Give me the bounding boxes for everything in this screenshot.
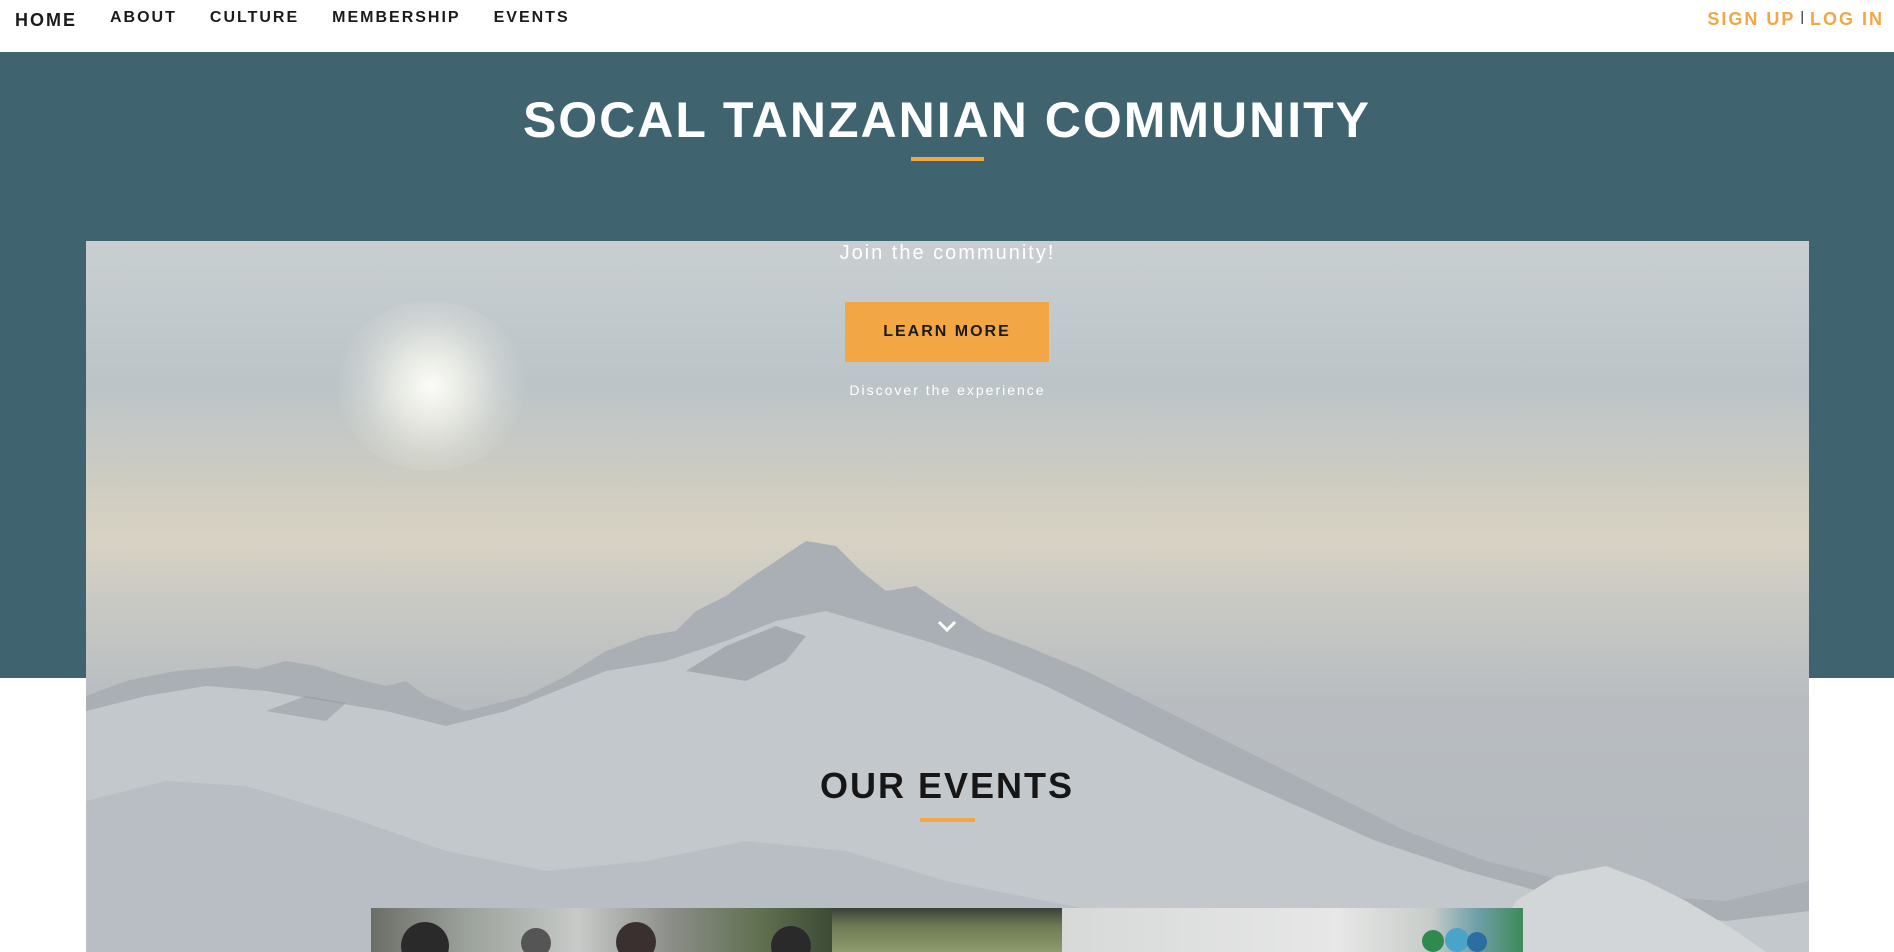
nav-item-events[interactable]: EVENTS bbox=[494, 9, 570, 27]
event-photo-balloon bbox=[1445, 928, 1469, 952]
event-photo-balloon bbox=[1422, 930, 1444, 952]
log-in-link[interactable]: LOG IN bbox=[1810, 9, 1884, 30]
event-photo-balloon bbox=[1467, 932, 1487, 952]
title-underline bbox=[911, 157, 984, 161]
hero-banner: Join the community! LEARN MORE Discover … bbox=[86, 241, 1809, 952]
main-menu: HOME ABOUT CULTURE MEMBERSHIP EVENTS bbox=[15, 0, 603, 40]
events-underline bbox=[920, 818, 975, 822]
event-photo[interactable] bbox=[371, 908, 832, 952]
auth-links: SIGN UP | LOG IN bbox=[1707, 9, 1884, 30]
nav-item-culture[interactable]: CULTURE bbox=[210, 9, 299, 27]
nav-item-home[interactable]: HOME bbox=[15, 10, 77, 31]
events-gallery bbox=[371, 908, 1523, 952]
auth-separator: | bbox=[1800, 8, 1804, 24]
learn-more-button[interactable]: LEARN MORE bbox=[845, 302, 1049, 362]
sign-up-link[interactable]: SIGN UP bbox=[1707, 9, 1795, 30]
event-photo[interactable] bbox=[1062, 908, 1523, 952]
events-heading: OUR EVENTS bbox=[819, 765, 1075, 806]
hero-subtitle: Join the community! bbox=[839, 242, 1056, 264]
event-photo-person bbox=[521, 928, 551, 952]
nav-item-about[interactable]: ABOUT bbox=[110, 9, 177, 27]
chevron-down-icon[interactable] bbox=[936, 618, 958, 634]
site-title: SOCAL TANZANIAN COMMUNITY bbox=[522, 92, 1372, 148]
hero-caption: Discover the experience bbox=[849, 382, 1046, 398]
top-navigation: HOME ABOUT CULTURE MEMBERSHIP EVENTS SIG… bbox=[0, 0, 1894, 52]
nav-item-membership[interactable]: MEMBERSHIP bbox=[332, 9, 460, 27]
event-photo-person bbox=[771, 926, 811, 952]
event-photo-person bbox=[616, 922, 656, 952]
event-photo-person bbox=[401, 922, 449, 952]
event-photo[interactable] bbox=[832, 908, 1062, 952]
